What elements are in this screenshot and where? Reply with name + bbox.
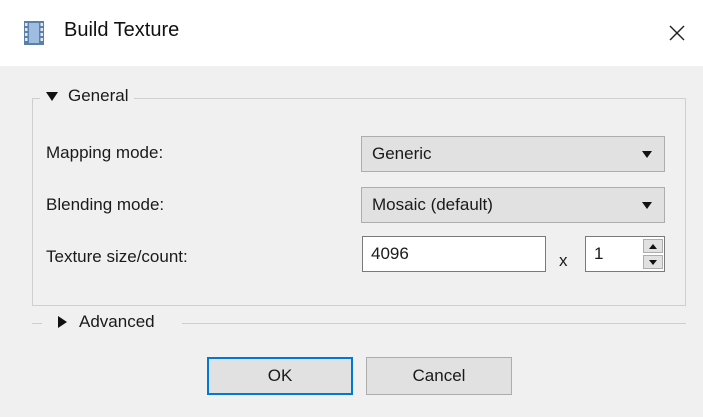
advanced-divider-right: [182, 323, 686, 324]
cancel-button[interactable]: Cancel: [366, 357, 512, 395]
spin-down-icon: [649, 259, 657, 265]
ok-button[interactable]: OK: [207, 357, 353, 395]
blending-mode-label: Blending mode:: [46, 195, 165, 214]
spin-up-button[interactable]: [643, 239, 663, 253]
blending-mode-value: Mosaic (default): [372, 195, 493, 214]
count-spin-buttons: [643, 238, 663, 270]
texture-size-label: Texture size/count:: [46, 247, 188, 266]
mapping-mode-select[interactable]: Generic: [361, 136, 665, 172]
spin-up-icon: [649, 243, 657, 249]
advanced-divider-left: [32, 323, 42, 324]
spin-down-button[interactable]: [643, 255, 663, 269]
mapping-mode-value: Generic: [372, 144, 432, 163]
texture-size-input[interactable]: 4096: [362, 236, 546, 272]
advanced-section-label: Advanced: [79, 312, 155, 331]
general-section-label: General: [68, 86, 129, 105]
title-bar: Build Texture: [0, 0, 703, 66]
dialog-title: Build Texture: [64, 19, 180, 41]
blending-mode-select[interactable]: Mosaic (default): [361, 187, 665, 223]
collapsed-arrow-icon: [58, 316, 67, 328]
general-section-toggle[interactable]: General: [40, 86, 135, 106]
film-strip-icon: [24, 21, 44, 45]
advanced-section-toggle[interactable]: Advanced: [52, 312, 161, 332]
expand-arrow-icon: [46, 91, 58, 101]
dropdown-arrow-icon: [642, 202, 652, 209]
texture-count-value: 1: [594, 244, 604, 263]
mapping-mode-label: Mapping mode:: [46, 143, 164, 162]
build-texture-dialog: Build Texture General Mapping mode: Gene…: [0, 0, 703, 417]
close-icon[interactable]: [660, 16, 694, 50]
dropdown-arrow-icon: [642, 151, 652, 158]
size-count-separator: x: [559, 251, 568, 270]
